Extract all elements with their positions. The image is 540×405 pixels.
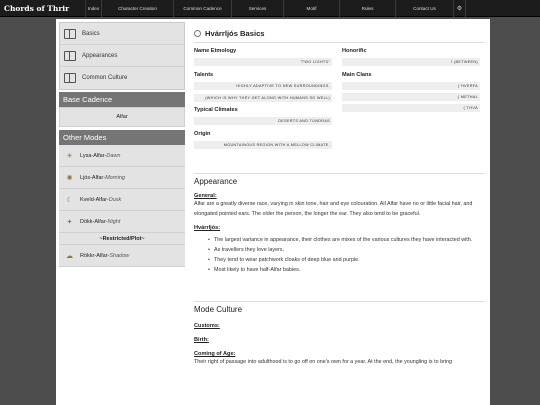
sun-icon: ☀ bbox=[66, 152, 73, 160]
origin-label: Origin bbox=[194, 131, 211, 137]
honorific-value: í (between) bbox=[342, 58, 480, 66]
nav-services[interactable]: Services bbox=[232, 0, 284, 17]
clan-2: (`methal bbox=[342, 93, 480, 101]
cloud-icon: ☁ bbox=[66, 252, 73, 260]
nav-rules[interactable]: Rules bbox=[340, 0, 396, 17]
coming-of-age-text: Their right of passage into adulthood is… bbox=[194, 359, 453, 365]
sidebar-link-basics[interactable]: Basics bbox=[60, 23, 184, 45]
sidebar-link-label: Basics bbox=[82, 30, 100, 37]
mode-sub: Night bbox=[107, 218, 121, 225]
nav-motif[interactable]: Motif bbox=[284, 0, 340, 17]
mode-sub: Morning bbox=[105, 174, 125, 181]
mode-name: Lysa-Alfar bbox=[80, 152, 105, 159]
birth-label: Birth: bbox=[194, 337, 209, 343]
restricted-label: ~Restricted/Plot~ bbox=[59, 233, 185, 245]
basics-grid: Name Etmology "two lights" Honorific í (… bbox=[194, 43, 484, 153]
talents-value-line1: highly adaptive to new surroundings. bbox=[194, 82, 332, 90]
main-content: Hvárrljós Basics Name Etmology "two ligh… bbox=[194, 25, 484, 367]
mode-name: Kveld-Alfar bbox=[80, 196, 107, 203]
nav-index[interactable]: Index bbox=[86, 0, 102, 17]
clan-1: (`hverfa bbox=[342, 82, 480, 90]
mode-rokkr-alfar[interactable]: ☁ Rökkr-Alfar - Shadow bbox=[59, 245, 185, 267]
moon-icon: ☾ bbox=[66, 196, 73, 204]
general-text: Alfar are a greatly diverse race, varyin… bbox=[194, 201, 473, 217]
appearance-bullet: As travellers they love layers. bbox=[194, 245, 484, 255]
mode-kveld-alfar[interactable]: ☾ Kveld-Alfar - Dusk bbox=[59, 189, 185, 211]
settings-gear-icon[interactable]: ⚙ bbox=[454, 0, 466, 17]
nav-contact-us[interactable]: Contact Us bbox=[396, 0, 454, 17]
name-etymology-value: "two lights" bbox=[194, 58, 332, 66]
mode-name: Dökk-Alfar bbox=[80, 218, 106, 225]
sidebar-link-label: Appearances bbox=[82, 52, 118, 59]
nav-character-creation[interactable]: Character Creation bbox=[102, 0, 174, 17]
book-icon bbox=[64, 28, 76, 39]
talents-value-line2: (which is why they get along with humans… bbox=[194, 94, 332, 102]
nav-common-cadence[interactable]: Common Cadence bbox=[174, 0, 232, 17]
customs-label: Customs: bbox=[194, 323, 220, 329]
page-title-text: Hvárrljós Basics bbox=[205, 29, 265, 38]
top-nav: Chords of Thrir Index Character Creation… bbox=[0, 0, 540, 17]
mode-name: Rökkr-Alfar bbox=[80, 252, 108, 259]
sidebar-link-label: Common Culture bbox=[82, 75, 128, 81]
talents-label: Talents bbox=[194, 72, 214, 78]
sidebar: Basics Appearances Common Culture Base C… bbox=[59, 22, 185, 267]
origin-value: mountainous region with a mellow climate… bbox=[194, 141, 332, 149]
book-icon bbox=[64, 50, 76, 61]
appearance-bullet: They tend to wear patchwork cloaks of de… bbox=[194, 255, 484, 265]
mode-name: Ljós-Alfar bbox=[80, 174, 104, 181]
sun-bright-icon: ✺ bbox=[66, 174, 73, 182]
base-cadence-heading: Base Cadence bbox=[59, 92, 185, 107]
book-icon bbox=[64, 73, 76, 83]
sidebar-link-appearances[interactable]: Appearances bbox=[60, 45, 184, 67]
hvarrljos-label: Hvárrljós: bbox=[194, 225, 221, 231]
typical-climates-label: Typical Climates bbox=[194, 107, 238, 113]
page-panel: Basics Appearances Common Culture Base C… bbox=[56, 19, 490, 405]
section-links: Basics Appearances Common Culture bbox=[59, 22, 185, 90]
base-cadence-value[interactable]: Alfar bbox=[59, 107, 185, 127]
mode-ljos-alfar[interactable]: ✺ Ljós-Alfar - Morning bbox=[59, 167, 185, 189]
appearance-bullet: The largest variance in appearance, thei… bbox=[194, 235, 484, 245]
typical-climates-value: deserts and tundras bbox=[194, 117, 332, 125]
sidebar-link-common-culture[interactable]: Common Culture bbox=[60, 67, 184, 89]
mode-lysa-alfar[interactable]: ☀ Lysa-Alfar - Dawn bbox=[59, 145, 185, 167]
other-modes-heading: Other Modes bbox=[59, 130, 185, 145]
page-title: Hvárrljós Basics bbox=[194, 25, 484, 43]
main-clans-label: Main Clans bbox=[342, 72, 372, 78]
clan-3: (`thvä bbox=[342, 104, 480, 112]
mode-dokk-alfar[interactable]: ✦ Dökk-Alfar - Night bbox=[59, 211, 185, 233]
mode-sub: Dusk bbox=[108, 196, 122, 203]
mode-sub: Dawn bbox=[106, 152, 121, 159]
name-etymology-label: Name Etmology bbox=[194, 48, 237, 54]
circle-icon bbox=[194, 30, 201, 37]
honorific-label: Honorific bbox=[342, 48, 367, 54]
appearance-heading: Appearance bbox=[194, 173, 484, 189]
star-icon: ✦ bbox=[66, 218, 73, 226]
site-brand[interactable]: Chords of Thrir bbox=[0, 0, 86, 17]
mode-culture-heading: Mode Culture bbox=[194, 301, 484, 317]
mode-sub: Shadow bbox=[109, 252, 130, 259]
appearance-bullet: Most likely to have half-Alfar babies. bbox=[194, 265, 484, 275]
